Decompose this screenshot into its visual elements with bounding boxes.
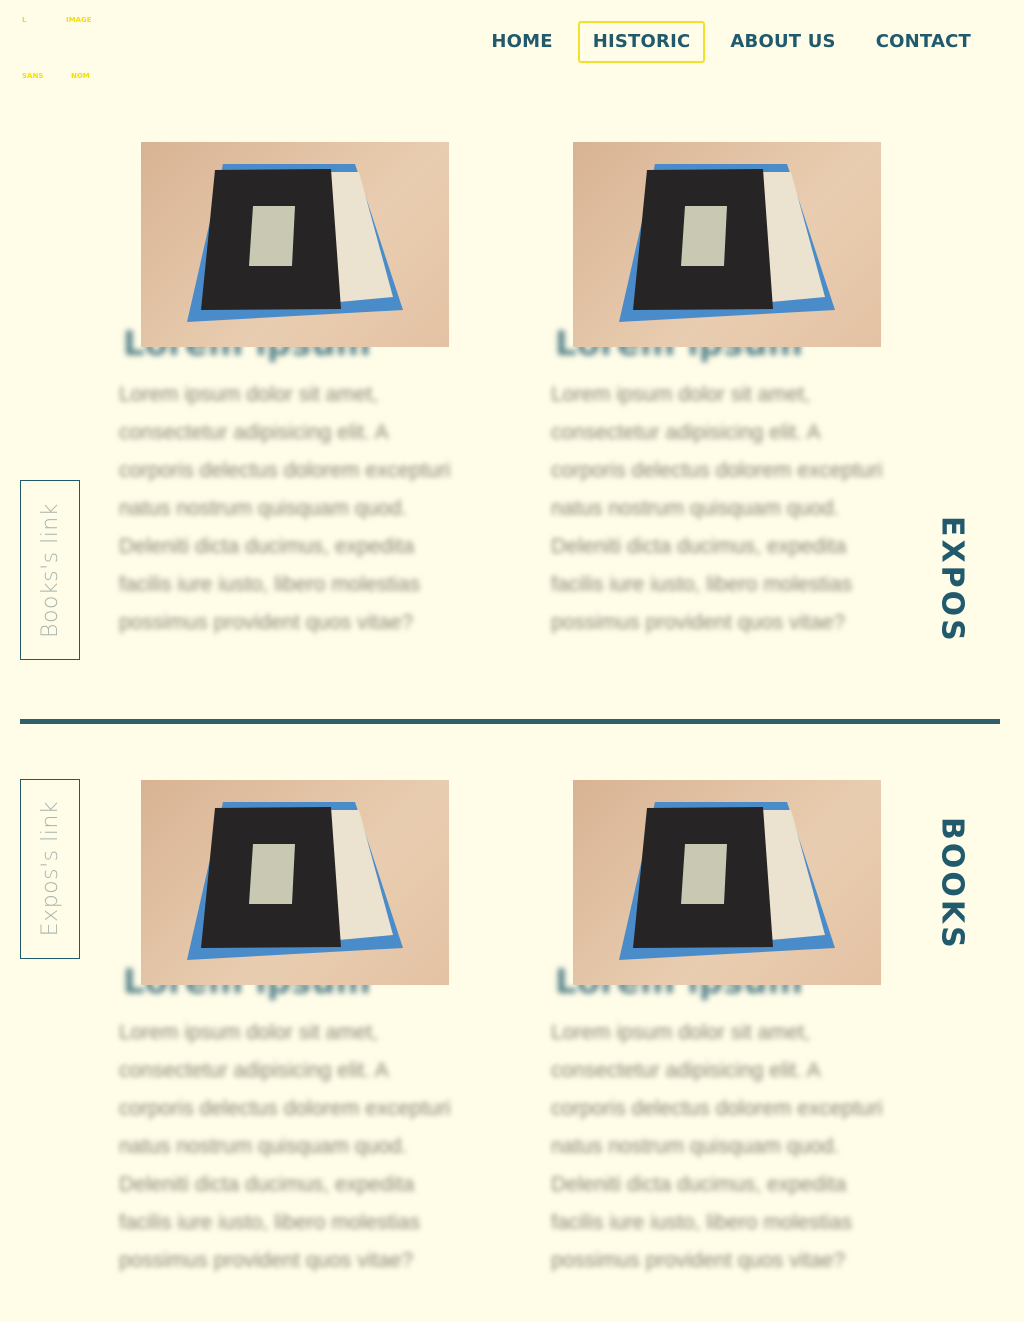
logo-word: NOM bbox=[71, 72, 90, 80]
section-divider bbox=[20, 719, 1000, 724]
section-expos: Lorem ipsum Lorem ipsum dolor sit amet, … bbox=[0, 142, 1024, 702]
nav-item-about-us[interactable]: About us bbox=[715, 21, 850, 63]
section-label-text: Expos bbox=[934, 516, 970, 644]
nav-item-contact[interactable]: Contact bbox=[861, 21, 986, 63]
side-link-label: Expos's link bbox=[37, 801, 63, 937]
card-text: Lorem ipsum dolor sit amet, consectetur … bbox=[551, 383, 883, 634]
nav-item-historic[interactable]: Historic bbox=[577, 21, 706, 63]
section-label-text: Books bbox=[934, 817, 970, 951]
logo-word: IMAGE bbox=[66, 16, 92, 24]
side-link-books[interactable]: Books's link bbox=[20, 480, 80, 660]
card-text: Lorem ipsum dolor sit amet, consectetur … bbox=[119, 383, 451, 634]
side-link-label: Books's link bbox=[37, 502, 63, 638]
site-logo[interactable]: L IMAGE SANS NOM bbox=[22, 16, 102, 86]
nav-item-home[interactable]: Home bbox=[476, 21, 567, 63]
card-text: Lorem ipsum dolor sit amet, consectetur … bbox=[551, 1021, 883, 1272]
card-image bbox=[573, 780, 881, 985]
section-books: Lorem ipsum Lorem ipsum dolor sit amet, … bbox=[0, 779, 1024, 1300]
logo-word: SANS bbox=[22, 72, 44, 80]
card-text: Lorem ipsum dolor sit amet, consectetur … bbox=[119, 1021, 451, 1272]
card-image bbox=[141, 780, 449, 985]
logo-word: L bbox=[22, 16, 27, 24]
section-label: Books bbox=[930, 817, 974, 951]
section-label: Expos bbox=[930, 516, 974, 644]
card-image bbox=[141, 142, 449, 347]
card-image bbox=[573, 142, 881, 347]
main-nav: Home Historic About us Contact bbox=[476, 21, 986, 63]
side-link-expos[interactable]: Expos's link bbox=[20, 779, 80, 959]
